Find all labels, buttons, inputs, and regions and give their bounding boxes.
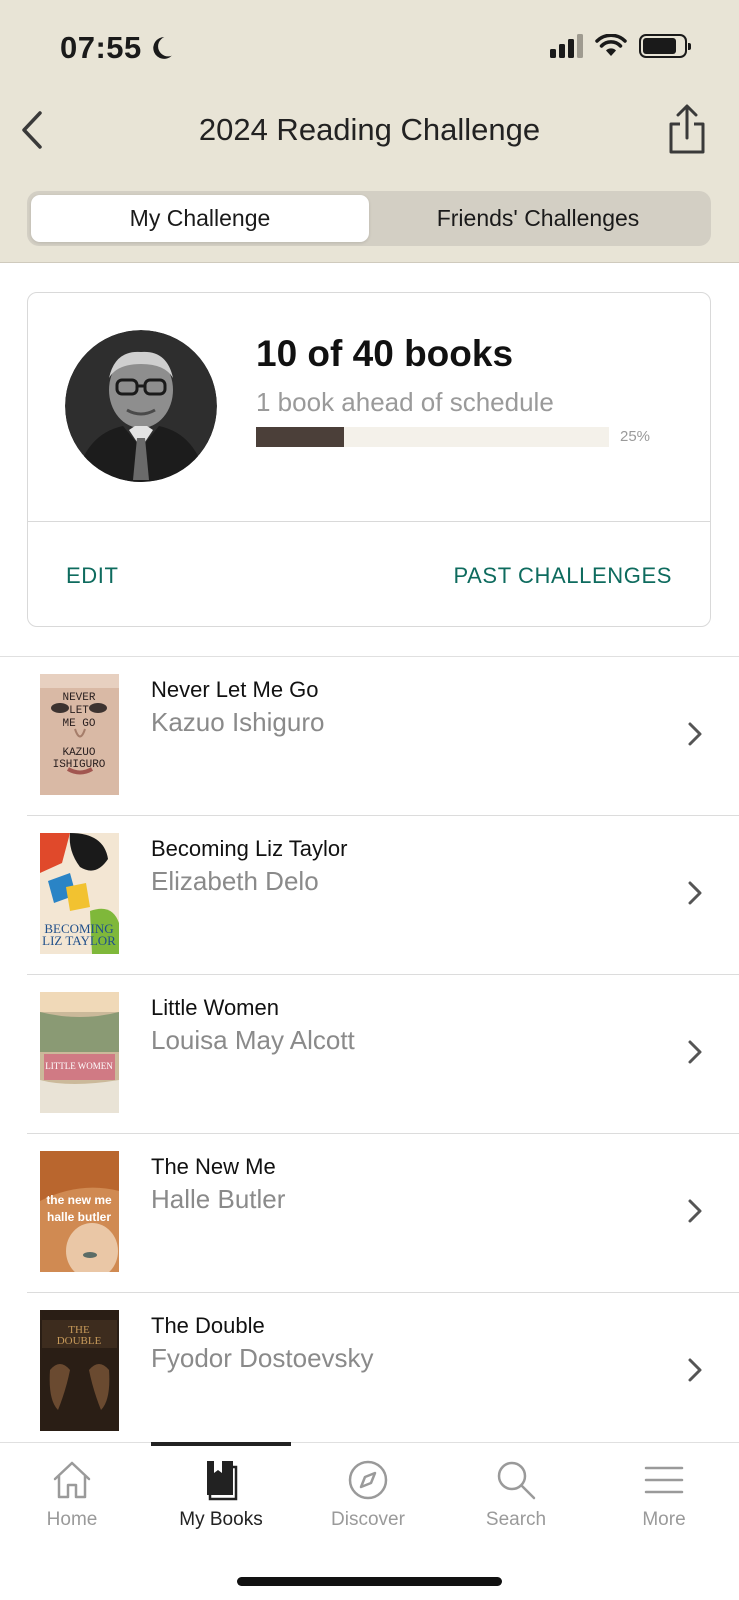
book-author: Kazuo Ishiguro — [151, 707, 325, 737]
card-divider — [28, 521, 710, 522]
list-item[interactable]: BECOMING LIZ TAYLOR Becoming Liz Taylor … — [0, 816, 739, 975]
page-title: 2024 Reading Challenge — [198, 112, 541, 147]
list-item[interactable]: the new me halle butler The New Me Halle… — [0, 1134, 739, 1293]
challenge-segmented-control: My Challenge Friends' Challenges — [27, 191, 711, 246]
svg-text:DOUBLE: DOUBLE — [57, 1335, 102, 1347]
active-tab-indicator — [151, 1442, 291, 1446]
tab-search[interactable]: Search — [456, 1457, 576, 1531]
book-cover: LITTLE WOMEN — [40, 992, 119, 1113]
svg-text:LITTLE WOMEN: LITTLE WOMEN — [45, 1061, 113, 1071]
book-title: The New Me — [151, 1154, 276, 1179]
home-indicator — [237, 1577, 502, 1586]
menu-icon — [644, 1466, 684, 1494]
tab-my-books[interactable]: My Books — [161, 1457, 281, 1531]
list-item[interactable]: LITTLE WOMEN Little Women Louisa May Alc… — [0, 975, 739, 1134]
challenge-card: 10 of 40 books 1 book ahead of schedule … — [27, 292, 711, 627]
battery-icon — [639, 34, 691, 58]
share-icon[interactable] — [665, 104, 709, 156]
status-bar-time: 07:55 — [60, 30, 174, 66]
book-title: Little Women — [151, 995, 279, 1020]
progress-bar-fill — [256, 427, 345, 447]
chevron-right-icon — [688, 1040, 702, 1064]
book-author: Halle Butler — [151, 1184, 286, 1214]
book-title: Never Let Me Go — [151, 677, 319, 702]
book-author: Fyodor Dostoevsky — [151, 1343, 374, 1373]
tab-home-label: Home — [46, 1509, 98, 1530]
past-challenges-button[interactable]: PAST CHALLENGES — [454, 563, 672, 589]
book-author: Louisa May Alcott — [151, 1025, 355, 1055]
tab-friends-challenges[interactable]: Friends' Challenges — [369, 195, 707, 242]
book-title: The Double — [151, 1313, 265, 1338]
challenge-progress-title: 10 of 40 books — [256, 333, 514, 374]
tab-my-challenge[interactable]: My Challenge — [31, 195, 369, 242]
svg-text:NEVER: NEVER — [62, 692, 95, 704]
svg-text:halle butler: halle butler — [47, 1210, 111, 1224]
list-item[interactable]: THE DOUBLE The Double Fyodor Dostoevsky — [0, 1293, 739, 1452]
chevron-right-icon — [688, 1358, 702, 1382]
avatar[interactable] — [65, 330, 217, 482]
svg-text:KAZUO: KAZUO — [62, 747, 95, 759]
schedule-status: 1 book ahead of schedule — [256, 387, 554, 417]
book-cover: THE DOUBLE — [40, 1310, 119, 1431]
header: 07:55 2024 Reading Challenge My Challeng… — [0, 0, 739, 263]
tab-search-label: Search — [485, 1509, 547, 1530]
signal-icon — [550, 34, 583, 58]
book-cover: BECOMING LIZ TAYLOR — [40, 833, 119, 954]
wifi-icon — [595, 34, 627, 56]
chevron-right-icon — [688, 722, 702, 746]
compass-icon — [348, 1460, 388, 1500]
home-icon — [53, 1461, 91, 1499]
tab-more[interactable]: More — [604, 1457, 724, 1531]
svg-text:ISHIGURO: ISHIGURO — [53, 759, 106, 771]
tab-discover[interactable]: Discover — [308, 1457, 428, 1531]
svg-text:LET: LET — [69, 705, 89, 717]
book-cover: the new me halle butler — [40, 1151, 119, 1272]
tab-more-label: More — [642, 1509, 686, 1530]
tab-home[interactable]: Home — [12, 1457, 132, 1531]
tab-my-books-label: My Books — [179, 1509, 263, 1530]
edit-button[interactable]: EDIT — [66, 563, 119, 589]
book-author: Elizabeth Delo — [151, 866, 319, 896]
book-cover: NEVER LET ME GO KAZUO ISHIGURO — [40, 674, 119, 795]
progress-bar — [256, 427, 609, 447]
progress-percent: 25% — [620, 428, 651, 445]
chevron-right-icon — [688, 1199, 702, 1223]
list-item[interactable]: NEVER LET ME GO KAZUO ISHIGURO Never Let… — [0, 657, 739, 816]
svg-text:the new me: the new me — [46, 1193, 112, 1207]
book-icon — [207, 1461, 238, 1501]
clock: 07:55 — [60, 30, 142, 65]
tab-discover-label: Discover — [331, 1509, 405, 1530]
svg-text:ME GO: ME GO — [62, 718, 95, 730]
book-title: Becoming Liz Taylor — [151, 836, 348, 861]
search-icon — [497, 1461, 536, 1500]
svg-text:LIZ TAYLOR: LIZ TAYLOR — [42, 933, 116, 948]
moon-icon — [153, 37, 172, 59]
status-icons — [550, 34, 691, 58]
chevron-right-icon — [688, 881, 702, 905]
